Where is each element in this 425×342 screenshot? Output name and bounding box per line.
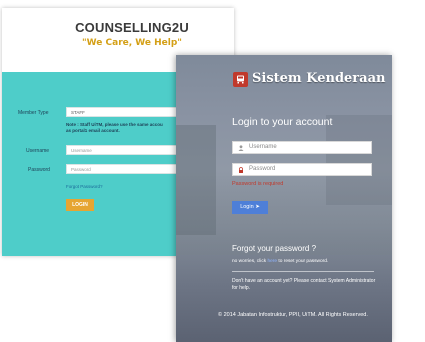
counselling-tagline: "We Care, We Help" bbox=[81, 38, 182, 48]
no-account-message: Don't have an account yet? Please contac… bbox=[232, 278, 376, 291]
password-error-message: Password is required bbox=[232, 181, 284, 187]
footer-copyright: © 2014 Jabatan Infostruktur, PPII, UiTM.… bbox=[218, 312, 368, 318]
reset-password-text: no worries, click here to reset your pas… bbox=[232, 259, 328, 264]
password-label: Password bbox=[28, 167, 50, 173]
reset-password-link[interactable]: here bbox=[267, 259, 277, 264]
username-input[interactable]: Username bbox=[232, 141, 372, 154]
lock-icon bbox=[239, 167, 243, 173]
arrow-right-circle-icon: ➤ bbox=[255, 204, 260, 210]
app-brand: Sistem Kenderaan bbox=[252, 71, 386, 86]
forgot-password-link[interactable]: Forgot Password? bbox=[66, 184, 103, 189]
login-button[interactable]: LOGIN bbox=[66, 199, 94, 211]
background-photo-layer bbox=[176, 125, 216, 235]
bus-icon bbox=[237, 75, 244, 84]
forgot-password-heading: Forgot your password ? bbox=[232, 244, 317, 253]
reset-prefix: no worries, click bbox=[232, 259, 267, 264]
login-button-label: Login bbox=[240, 204, 254, 210]
member-type-label: Member Type bbox=[18, 110, 49, 116]
login-button[interactable]: Login ➤ bbox=[232, 201, 268, 214]
user-icon bbox=[238, 145, 244, 151]
login-heading: Login to your account bbox=[232, 116, 333, 128]
sistem-kenderaan-window: Sistem Kenderaan Login to your account U… bbox=[176, 55, 392, 342]
note-line-1: Note : Staff UiTM, please use the same a… bbox=[66, 122, 163, 127]
divider bbox=[232, 271, 374, 272]
password-input[interactable]: Password bbox=[232, 163, 372, 176]
counselling-title: COUNSELLING2U bbox=[75, 20, 189, 35]
background-photo-layer bbox=[326, 115, 392, 205]
password-placeholder: Password bbox=[249, 166, 276, 172]
username-placeholder: Username bbox=[249, 144, 277, 150]
username-label: Username bbox=[26, 148, 50, 154]
reset-suffix: to reset your password. bbox=[278, 259, 329, 264]
note-line-2: as portal1 email account. bbox=[66, 128, 120, 133]
